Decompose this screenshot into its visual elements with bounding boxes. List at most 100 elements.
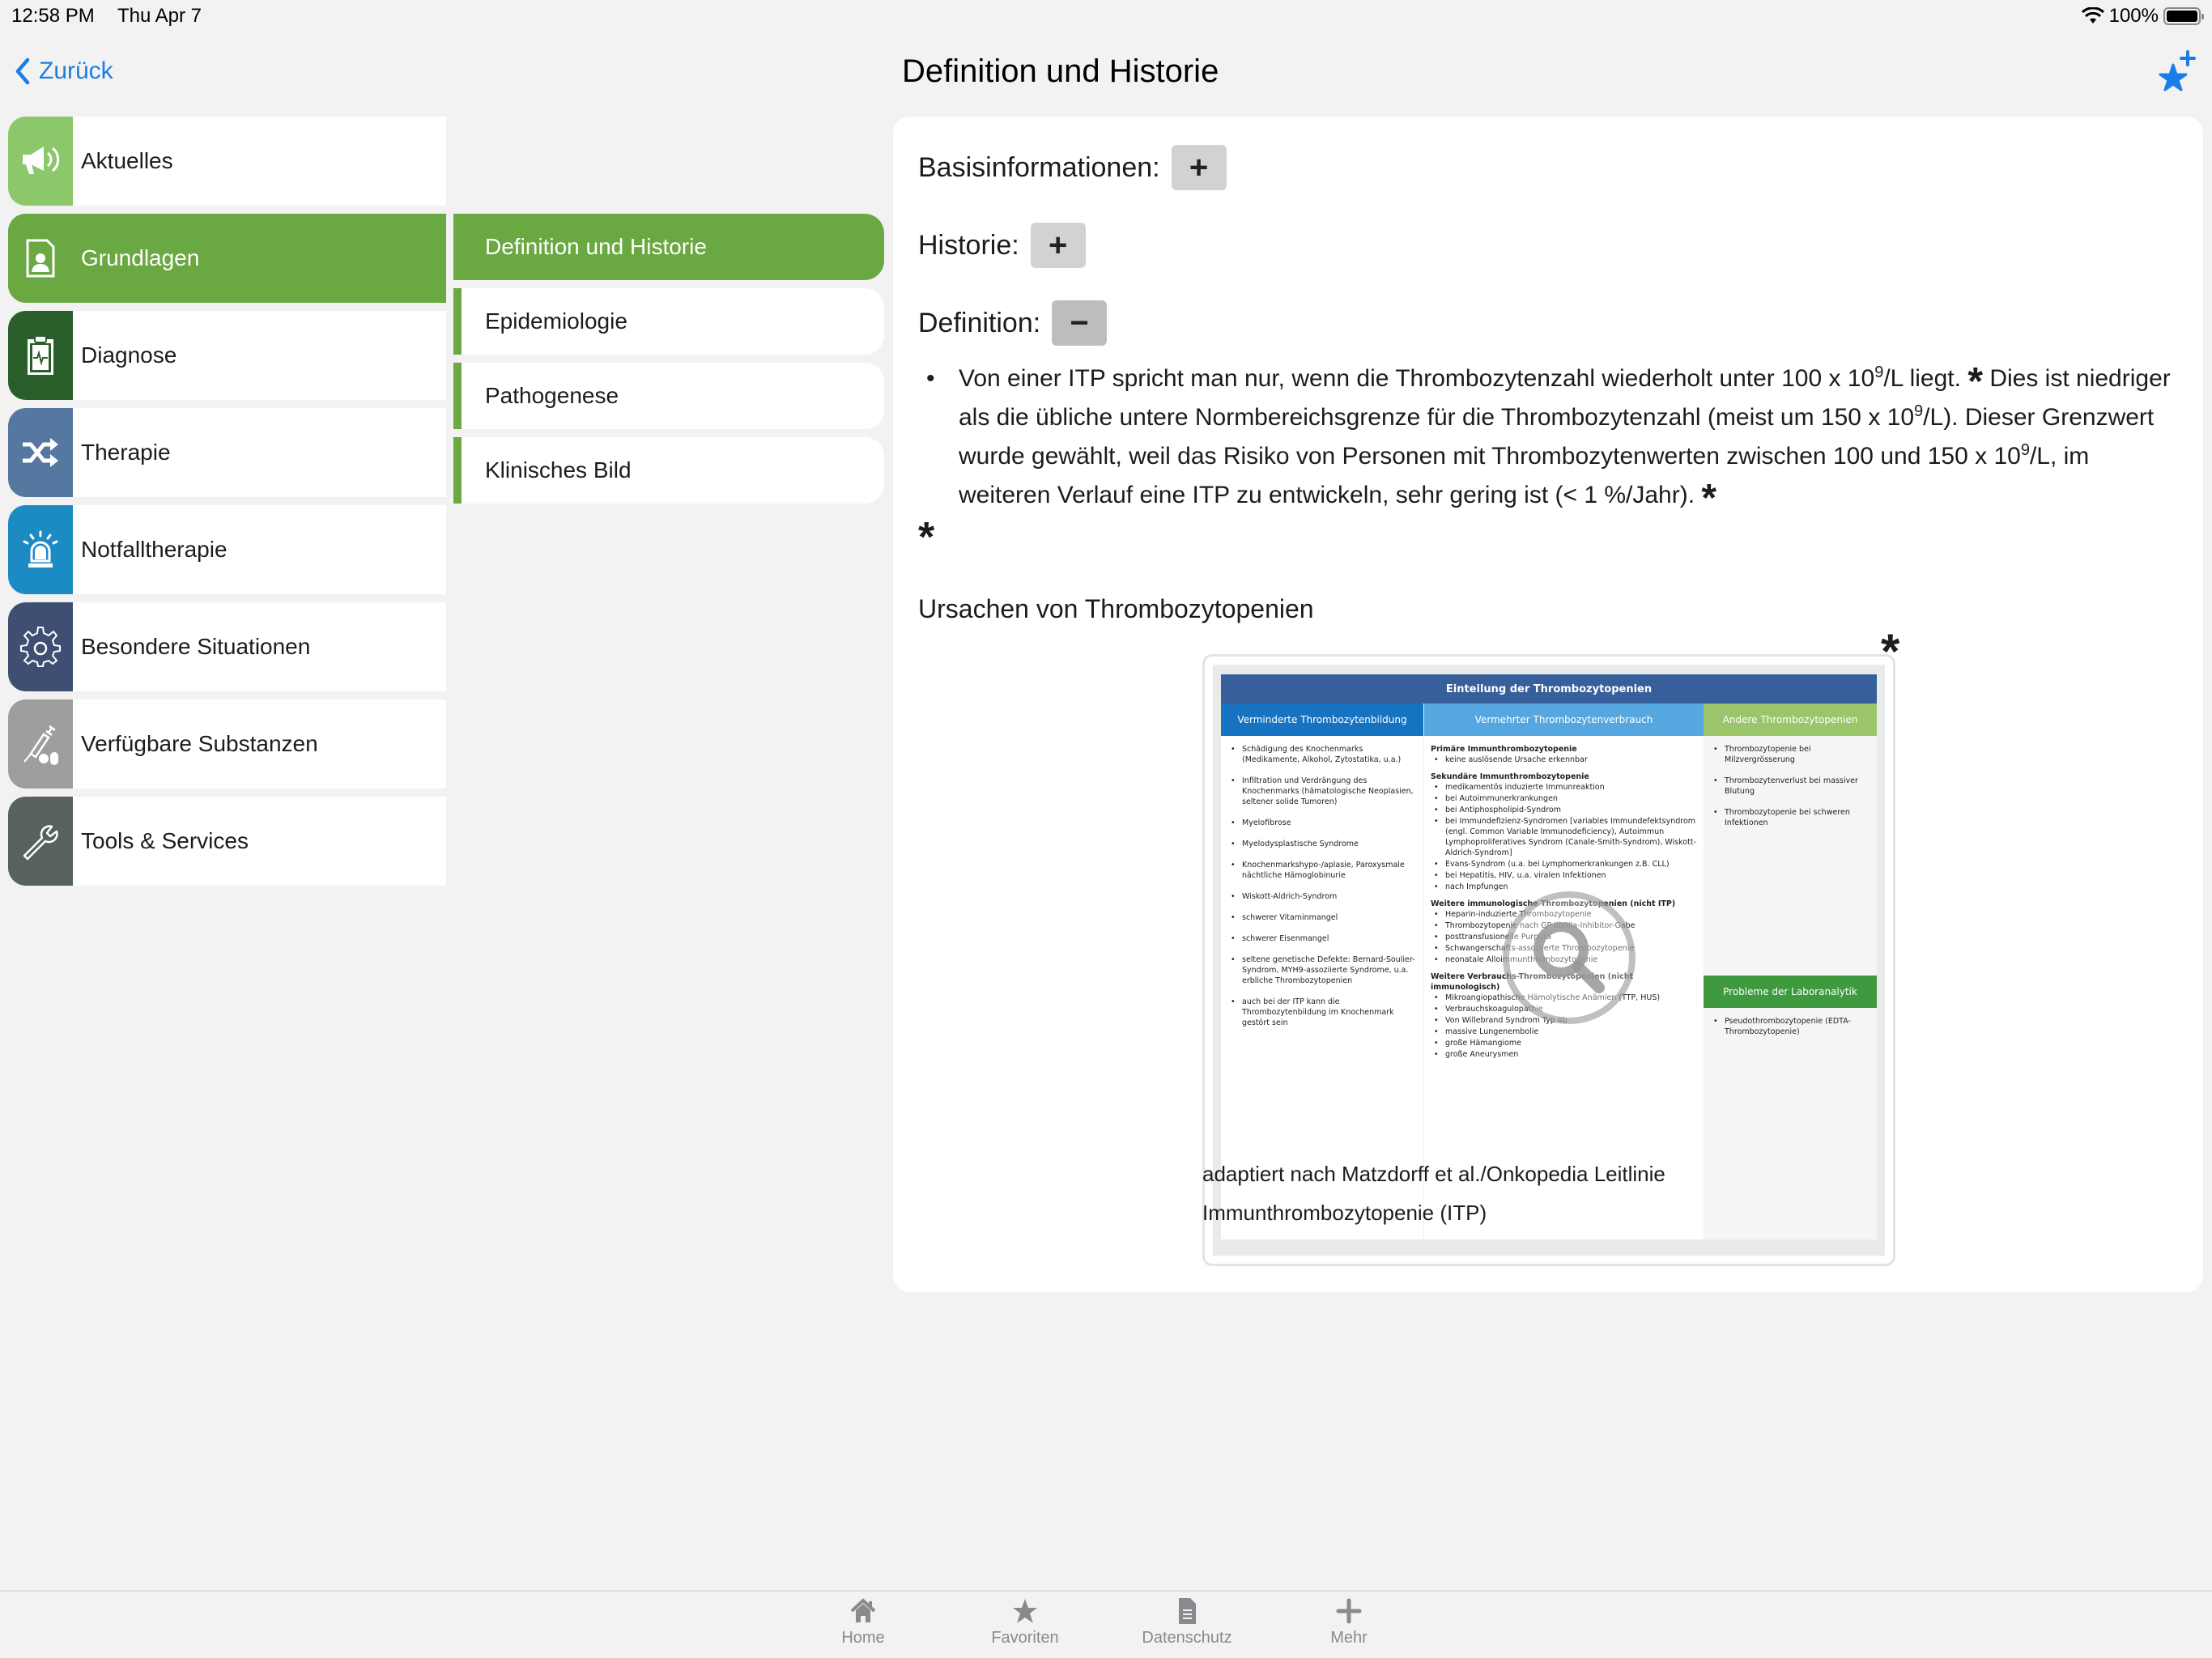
tab-label: Home (841, 1629, 885, 1647)
figure-list-item: schwerer Vitaminmangel (1227, 912, 1417, 923)
figure-list-item: Myelodysplastische Syndrome (1227, 839, 1417, 849)
magnifier-icon[interactable] (1500, 889, 1638, 1027)
footnote-asterisk[interactable]: * (1701, 477, 1716, 520)
tab-label: Mehr (1330, 1629, 1368, 1647)
sidebar: Aktuelles Grundlagen Diagnose Therapie N… (8, 117, 446, 894)
sidebar-item-notfalltherapie[interactable]: Notfalltherapie (8, 505, 446, 594)
tab-mehr[interactable]: Mehr (1284, 1596, 1414, 1647)
figure-list-item: Knochenmarkshypo-/aplasie, Paroxysmale n… (1227, 860, 1417, 881)
battery-level (2167, 11, 2197, 22)
shuffle-icon (8, 408, 73, 497)
expand-basisinformationen-button[interactable]: + (1171, 145, 1227, 190)
figure-caption: adaptiert nach Matzdorff et al./Onkopedi… (1202, 1162, 1665, 1225)
figure-list-item: medikamentös induzierte Immunreaktion (1431, 782, 1697, 793)
figure-heading: Ursachen von Thrombozytopenien (918, 594, 1314, 623)
subnav-item-pathogenese[interactable]: Pathogenese (453, 363, 884, 429)
document-icon (1179, 1598, 1196, 1624)
figure-group-title: Sekundäre Immunthrombozytopenie (1431, 772, 1589, 781)
collapse-definition-button[interactable]: − (1052, 300, 1108, 346)
footnote-asterisk[interactable]: * (1881, 623, 1899, 679)
sidebar-label: Besondere Situationen (81, 634, 311, 659)
sidebar-label: Grundlagen (81, 245, 200, 270)
figure-column-header: Andere Thrombozytopenien (1704, 704, 1877, 736)
subnav: Definition und Historie Epidemiologie Pa… (453, 214, 884, 512)
tab-label: Datenschutz (1142, 1629, 1232, 1647)
sidebar-label: Notfalltherapie (81, 537, 228, 562)
sidebar-item-aktuelles[interactable]: Aktuelles (8, 117, 446, 206)
figure-list-item: bei Hepatitis, HIV, u.a. viralen Infekti… (1431, 870, 1697, 881)
sidebar-item-therapie[interactable]: Therapie (8, 408, 446, 497)
sidebar-item-besondere-situationen[interactable]: Besondere Situationen (8, 602, 446, 691)
tab-favoriten[interactable]: Favoriten (960, 1596, 1090, 1647)
section-label: Historie: (918, 229, 1019, 261)
figure-list-item: Thrombozytenverlust bei massiver Blutung (1710, 776, 1870, 797)
figure-list-item: große Aneurysmen (1431, 1049, 1697, 1060)
figure-list-item: Pseudothrombozytopenie (EDTA-Thrombozyto… (1710, 1016, 1870, 1037)
definition-text: Von einer ITP spricht man nur, wenn die … (918, 359, 2181, 518)
page-title: Definition und Historie (902, 53, 1219, 89)
expand-historie-button[interactable]: + (1030, 223, 1086, 268)
section-label: Definition: (918, 307, 1041, 338)
footnote-asterisk[interactable]: * (918, 513, 934, 562)
siren-icon (8, 505, 73, 594)
status-date: Thu Apr 7 (117, 5, 202, 27)
clipboard-pulse-icon (8, 311, 73, 400)
figure-list-item: keine auslösende Ursache erkennbar (1431, 755, 1697, 765)
back-button[interactable]: Zurück (13, 57, 113, 86)
status-time: 12:58 PM (11, 5, 95, 27)
tab-datenschutz[interactable]: Datenschutz (1122, 1596, 1252, 1647)
star-plus-icon[interactable] (2157, 50, 2196, 92)
figure-column: Andere Thrombozytopenien Thrombozytopeni… (1704, 704, 1877, 1239)
figure-list-item: schwerer Eisenmangel (1227, 933, 1417, 944)
chevron-left-icon (15, 57, 30, 85)
figure-list-item: Infiltration und Verdrängung des Knochen… (1227, 776, 1417, 807)
document-person-icon (8, 214, 73, 303)
home-icon (850, 1598, 876, 1622)
sidebar-label: Diagnose (81, 342, 177, 368)
tab-home[interactable]: Home (798, 1596, 928, 1647)
figure-list-item: Myelofibrose (1227, 818, 1417, 828)
section-label: Basisinformationen: (918, 151, 1160, 183)
wifi-icon (2081, 7, 2104, 23)
sidebar-item-tools-services[interactable]: Tools & Services (8, 797, 446, 886)
plus-icon (1336, 1598, 1362, 1624)
figure-list-item: Thrombozytopenie bei schweren Infektione… (1710, 807, 1870, 828)
figure-list-item: bei Antiphospholipid-Syndrom (1431, 805, 1697, 815)
figure-list-item: bei Autoimmunerkrankungen (1431, 793, 1697, 804)
footnote-asterisk[interactable]: * (1967, 360, 1983, 403)
figure-group-title: Primäre Immunthrombozytopenie (1431, 745, 1577, 754)
star-icon (1013, 1599, 1037, 1623)
syringe-pills-icon (8, 699, 73, 789)
subnav-item-definition-und-historie[interactable]: Definition und Historie (453, 214, 884, 280)
figure-list-item: Schädigung des Knochenmarks (Medikamente… (1227, 744, 1417, 765)
definition-bullet: Von einer ITP spricht man nur, wenn die … (918, 359, 2181, 518)
figure-list-item: bei Immundefizienz-Syndromen [variables … (1431, 816, 1697, 858)
section-historie: Historie: + (918, 223, 1086, 268)
figure-list-item: Wiskott-Aldrich-Syndrom (1227, 891, 1417, 902)
figure-list-item: große Hämangiome (1431, 1038, 1697, 1048)
figure-list-item: Thrombozytopenie bei Milzvergrösserung (1710, 744, 1870, 765)
gear-icon (8, 602, 73, 691)
megaphone-icon (8, 117, 73, 206)
sidebar-label: Aktuelles (81, 148, 173, 173)
section-basisinformationen: Basisinformationen: + (918, 145, 1227, 190)
figure-lab-header: Probleme der Laboranalytik (1704, 976, 1877, 1008)
figure-list-item: Evans-Syndrom (u.a. bei Lymphomerkrankun… (1431, 859, 1697, 869)
figure-title: Einteilung der Thrombozytopenien (1221, 674, 1877, 704)
sidebar-label: Tools & Services (81, 828, 249, 853)
figure-column-header: Verminderte Thrombozytenbildung (1221, 704, 1423, 736)
figure-list-item: auch bei der ITP kann die Thrombozytenbi… (1227, 997, 1417, 1028)
figure-list-item: seltene genetische Defekte: Bernard-Soul… (1227, 954, 1417, 986)
figure-list-item: massive Lungenembolie (1431, 1027, 1697, 1037)
battery-icon (2163, 7, 2204, 25)
sidebar-item-diagnose[interactable]: Diagnose (8, 311, 446, 400)
subnav-item-epidemiologie[interactable]: Epidemiologie (453, 288, 884, 355)
sidebar-label: Therapie (81, 440, 171, 465)
back-label: Zurück (39, 57, 113, 84)
battery-percent: 100% (2108, 5, 2159, 27)
status-bar: 12:58 PM Thu Apr 7 100% (0, 0, 2212, 32)
sidebar-item-verfuegbare-substanzen[interactable]: Verfügbare Substanzen (8, 699, 446, 789)
sidebar-item-grundlagen[interactable]: Grundlagen (8, 214, 446, 303)
content-panel: Basisinformationen: + Historie: + Defini… (893, 117, 2203, 1292)
subnav-item-klinisches-bild[interactable]: Klinisches Bild (453, 437, 884, 504)
